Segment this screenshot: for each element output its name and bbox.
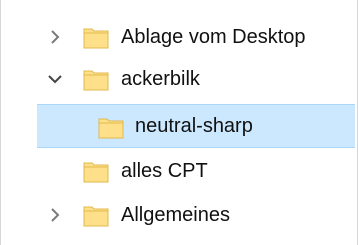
tree-item-ackerbilk[interactable]: ackerbilk <box>1 58 357 100</box>
tree-item-label: ackerbilk <box>121 68 200 90</box>
tree-item-label: alles CPT <box>121 160 208 182</box>
chevron-right-icon[interactable] <box>45 27 65 47</box>
tree-item-neutral-sharp[interactable]: neutral-sharp <box>37 104 355 148</box>
tree-item-label: Ablage vom Desktop <box>121 26 306 48</box>
folder-icon <box>83 25 109 49</box>
folder-icon <box>83 203 109 227</box>
tree-item-allgemeines[interactable]: Allgemeines <box>1 194 357 236</box>
folder-icon <box>83 67 109 91</box>
chevron-right-icon[interactable] <box>45 205 65 225</box>
tree-item-ablage-vom-desktop[interactable]: Ablage vom Desktop <box>1 16 357 58</box>
chevron-down-icon[interactable] <box>45 69 65 89</box>
tree-item-label: Allgemeines <box>121 204 230 226</box>
tree-item-label: neutral-sharp <box>135 115 253 137</box>
folder-icon <box>98 115 124 139</box>
folder-icon <box>83 159 109 183</box>
tree-item-alles-cpt[interactable]: alles CPT <box>1 150 357 192</box>
folder-tree: Ablage vom Desktop ackerbilk neutral-sha… <box>0 0 358 245</box>
